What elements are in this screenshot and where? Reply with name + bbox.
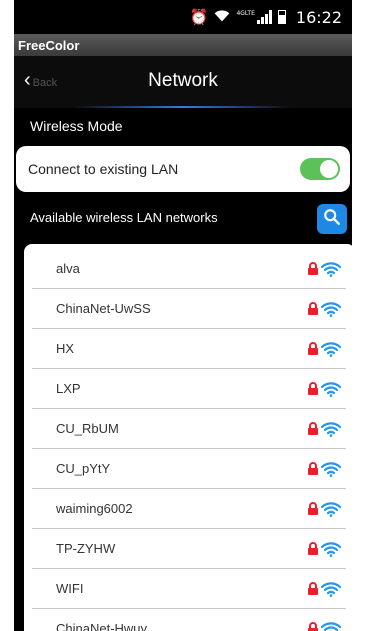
network-status-icons bbox=[307, 581, 342, 597]
wifi-signal-icon bbox=[320, 581, 342, 597]
wifi-signal-icon bbox=[320, 621, 342, 631]
wireless-mode-label: Wireless Mode bbox=[30, 118, 123, 134]
wifi-signal-icon bbox=[320, 341, 342, 357]
lock-icon bbox=[308, 382, 318, 395]
connect-lan-toggle[interactable] bbox=[300, 158, 340, 180]
network-row[interactable]: waiming6002 bbox=[32, 489, 346, 529]
network-row[interactable]: CU_pYtY bbox=[32, 449, 346, 489]
lock-icon bbox=[308, 342, 318, 355]
network-row[interactable]: CU_RbUM bbox=[32, 409, 346, 449]
network-status-icons bbox=[307, 461, 342, 477]
wifi-signal-icon bbox=[320, 421, 342, 437]
available-networks-label: Available wireless LAN networks bbox=[30, 210, 218, 225]
network-name: CU_RbUM bbox=[56, 421, 119, 436]
lock-icon bbox=[308, 542, 318, 555]
app-title-bar: FreeColor bbox=[14, 34, 352, 56]
search-icon bbox=[323, 208, 341, 231]
network-status-icons bbox=[307, 541, 342, 557]
network-list: alva ChinaNet-UwSS HX LXP CU_RbUM CU_pYtYwaim… bbox=[24, 244, 352, 631]
status-bar: ⏰ 4GLTE 16:22 bbox=[14, 0, 352, 34]
network-status-icons bbox=[307, 621, 342, 631]
wifi-icon bbox=[214, 8, 230, 27]
wifi-signal-icon bbox=[320, 381, 342, 397]
lock-icon bbox=[308, 422, 318, 435]
wifi-signal-icon bbox=[320, 501, 342, 517]
connect-lan-label: Connect to existing LAN bbox=[28, 161, 179, 177]
network-row[interactable]: ChinaNet-UwSS bbox=[32, 289, 346, 329]
app-name: FreeColor bbox=[18, 38, 80, 53]
network-row[interactable]: alva bbox=[32, 249, 346, 289]
toggle-knob bbox=[320, 160, 338, 178]
navigation-bar: ‹ Back Network bbox=[14, 56, 352, 108]
network-status-icons bbox=[307, 341, 342, 357]
wifi-signal-icon bbox=[320, 261, 342, 277]
network-name: HX bbox=[56, 341, 75, 356]
network-row[interactable]: WIFI bbox=[32, 569, 346, 609]
alarm-icon: ⏰ bbox=[189, 7, 209, 26]
lock-icon bbox=[308, 582, 318, 595]
network-name: CU_pYtY bbox=[56, 461, 111, 476]
lock-icon bbox=[308, 302, 318, 315]
lock-icon bbox=[308, 262, 318, 275]
network-row[interactable]: TP-ZYHW bbox=[32, 529, 346, 569]
wifi-signal-icon bbox=[320, 461, 342, 477]
lock-icon bbox=[308, 622, 318, 631]
network-row[interactable]: LXP bbox=[32, 369, 346, 409]
wifi-signal-icon bbox=[320, 541, 342, 557]
network-status-icons bbox=[307, 421, 342, 437]
phone-screen: ⏰ 4GLTE 16:22 FreeColor ‹ Back Network W… bbox=[14, 0, 352, 631]
status-time: 16:22 bbox=[295, 7, 342, 27]
page-title: Network bbox=[148, 70, 218, 91]
lock-icon bbox=[308, 502, 318, 515]
network-status-icons bbox=[307, 501, 342, 517]
connect-lan-row[interactable]: Connect to existing LAN bbox=[16, 146, 350, 192]
network-status-icons bbox=[307, 301, 342, 317]
network-name: waiming6002 bbox=[56, 501, 133, 516]
network-row[interactable]: HX bbox=[32, 329, 346, 369]
network-name: alva bbox=[56, 261, 80, 276]
network-name: LXP bbox=[56, 381, 81, 396]
battery-icon bbox=[277, 10, 286, 24]
network-name: ChinaNet-Hwuy bbox=[56, 621, 148, 631]
network-status-icons bbox=[307, 381, 342, 397]
search-button[interactable] bbox=[317, 204, 347, 234]
network-type-label: 4GLTE bbox=[236, 10, 255, 17]
network-name: TP-ZYHW bbox=[56, 541, 116, 556]
network-row[interactable]: ChinaNet-Hwuy bbox=[32, 609, 346, 631]
wifi-signal-icon bbox=[320, 301, 342, 317]
network-name: ChinaNet-UwSS bbox=[56, 301, 151, 316]
network-status-icons bbox=[307, 261, 342, 277]
network-name: WIFI bbox=[56, 581, 84, 596]
signal-icon bbox=[256, 10, 272, 24]
lock-icon bbox=[308, 462, 318, 475]
